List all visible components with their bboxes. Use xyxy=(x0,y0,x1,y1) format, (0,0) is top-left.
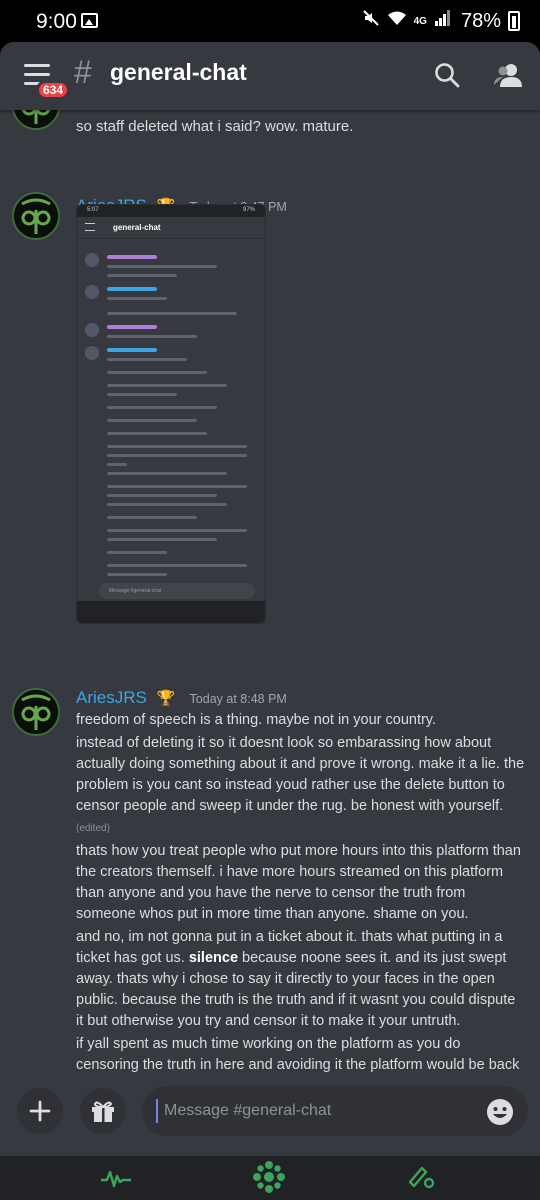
message-header: AriesJRS 🏆 Today at 8:48 PM xyxy=(76,688,287,708)
message-text: if yall spent as much time working on th… xyxy=(76,1036,520,1072)
edited-label: (edited) xyxy=(76,823,110,834)
bottom-nav xyxy=(0,1156,540,1200)
search-icon[interactable] xyxy=(434,62,460,93)
notification-badge: 634 xyxy=(36,80,71,100)
mute-icon xyxy=(362,9,380,33)
signal-icon xyxy=(434,9,452,33)
message-text: instead of deleting it so it doesnt look… xyxy=(76,733,526,839)
message-list[interactable]: so staff deleted what i said? wow. matur… xyxy=(0,110,540,1072)
thumb-header: general-chat xyxy=(77,217,265,239)
message-text: and no, im not gonna put in a ticket abo… xyxy=(76,927,526,1032)
battery-percent: 78% xyxy=(460,9,501,32)
message-paragraph: instead of deleting it so it doesnt look… xyxy=(76,735,525,814)
thumb-status-bar: 5:07 97% xyxy=(77,205,265,217)
gift-icon xyxy=(92,1101,114,1122)
activity-icon[interactable] xyxy=(100,1168,132,1193)
home-logo-icon[interactable] xyxy=(252,1160,286,1199)
hash-icon: # xyxy=(74,54,92,90)
channel-header: 634 # general-chat xyxy=(0,42,540,110)
message-text: freedom of speech is a thing. maybe not … xyxy=(76,712,437,728)
tag-icon[interactable] xyxy=(406,1164,436,1197)
message-input[interactable] xyxy=(156,1099,476,1123)
username[interactable]: AriesJRS xyxy=(76,688,147,708)
thumb-menu-icon xyxy=(85,223,95,231)
members-icon[interactable] xyxy=(494,62,522,93)
message-text: thats how you treat people who put more … xyxy=(76,843,521,922)
emoji-icon[interactable] xyxy=(486,1098,514,1131)
image-notification-icon xyxy=(81,13,98,28)
status-bar: 9:00 4G 78% xyxy=(0,0,540,42)
gift-button[interactable] xyxy=(80,1088,126,1134)
message-body: freedom of speech is a thing. maybe not … xyxy=(76,710,526,1072)
status-time: 9:00 xyxy=(36,10,77,33)
add-attachment-button[interactable] xyxy=(17,1088,63,1134)
bold-word: silence xyxy=(188,950,239,966)
thumb-time: 5:07 xyxy=(87,207,99,213)
thumb-battery: 97% xyxy=(242,207,255,213)
plus-icon xyxy=(29,1100,51,1122)
channel-title[interactable]: general-chat xyxy=(110,59,247,86)
network-type: 4G xyxy=(413,15,427,27)
thumb-bottom-nav xyxy=(77,601,265,623)
status-right: 4G 78% xyxy=(362,9,520,33)
message-input-wrapper xyxy=(142,1086,528,1136)
message-text: so staff deleted what i said? wow. matur… xyxy=(76,118,354,135)
trophy-icon: 🏆 xyxy=(156,690,176,707)
thumb-messages xyxy=(77,239,265,595)
battery-icon xyxy=(508,11,520,31)
timestamp: Today at 8:48 PM xyxy=(189,692,287,706)
app-window: 634 # general-chat so staff deleted what… xyxy=(0,42,540,1200)
avatar[interactable] xyxy=(12,688,60,736)
thumb-message-input: Message #general-chat xyxy=(99,583,255,599)
message-composer xyxy=(0,1072,540,1156)
screenshot-attachment[interactable]: 5:07 97% general-chat Message #general-c… xyxy=(76,204,266,624)
avatar[interactable] xyxy=(12,110,60,130)
thumb-channel-title: general-chat xyxy=(113,223,161,232)
wifi-icon xyxy=(387,9,407,33)
avatar[interactable] xyxy=(12,192,60,240)
